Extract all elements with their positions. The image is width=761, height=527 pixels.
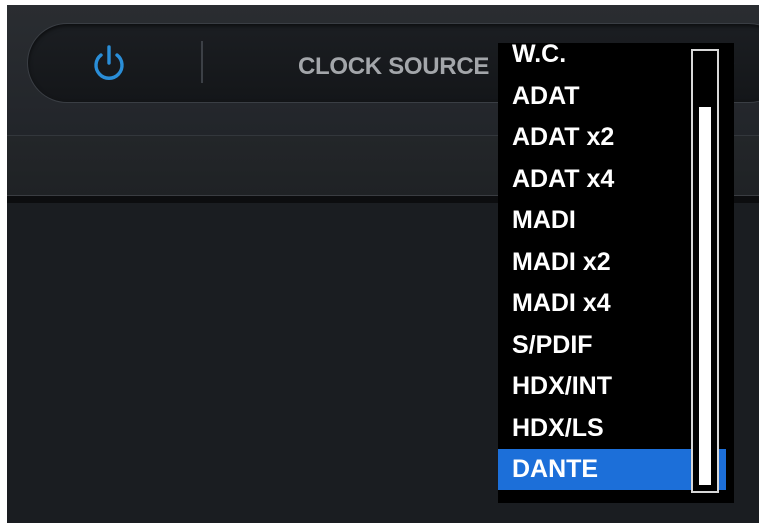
menu-scrollbar-thumb[interactable] bbox=[699, 107, 711, 485]
power-button[interactable] bbox=[89, 41, 129, 85]
plugin-window: CLOCK SOURCE W.C. ADAT ADAT x2 ADAT x4 MADI M… bbox=[7, 5, 759, 523]
power-icon bbox=[94, 45, 124, 80]
clock-source-label: CLOCK SOURCE bbox=[298, 53, 490, 80]
toolbar-divider bbox=[201, 41, 203, 83]
clock-source-dropdown-menu[interactable]: W.C. ADAT ADAT x2 ADAT x4 MADI MADI x2 MADI x4… bbox=[498, 43, 734, 503]
menu-scrollbar[interactable] bbox=[691, 49, 719, 493]
